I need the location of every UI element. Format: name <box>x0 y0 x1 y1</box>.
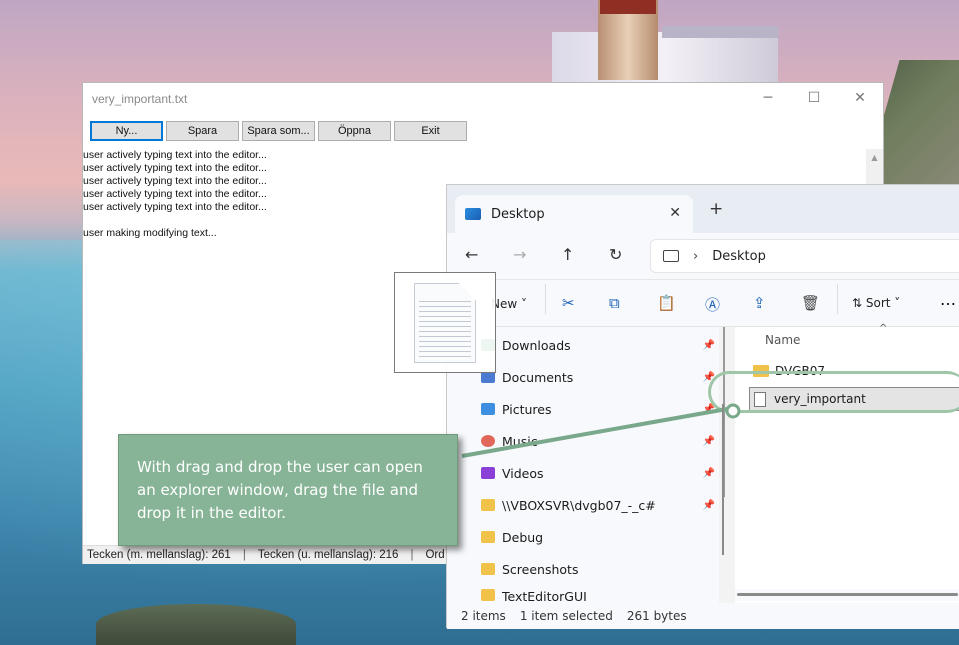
maximize-icon[interactable]: ☐ <box>791 83 837 113</box>
cut-icon[interactable]: ✂ <box>562 294 575 312</box>
divider <box>545 284 546 314</box>
share-icon[interactable]: ⇪ <box>753 294 766 312</box>
pin-icon[interactable]: 📌 <box>703 340 715 351</box>
close-tab-icon[interactable]: ✕ <box>669 205 681 221</box>
drag-preview <box>394 272 496 373</box>
new-tab-icon[interactable]: + <box>709 199 723 219</box>
new-button[interactable]: Ny... <box>90 121 163 141</box>
close-icon[interactable]: ✕ <box>837 83 883 113</box>
status-separator: | <box>242 549 246 561</box>
folder-icon <box>481 499 495 511</box>
sort-caret-icon: ^ <box>879 323 888 334</box>
column-header-name[interactable]: Name <box>765 327 800 353</box>
annotation-callout: With drag and drop the user can open an … <box>118 434 458 546</box>
status-separator: | <box>410 549 414 561</box>
exit-button[interactable]: Exit <box>394 121 467 141</box>
refresh-icon[interactable]: ↻ <box>609 245 622 264</box>
lighthouse-building <box>552 26 778 82</box>
scroll-thumb[interactable] <box>737 593 958 596</box>
pin-icon[interactable]: 📌 <box>703 436 715 447</box>
pin-icon[interactable]: 📌 <box>703 468 715 479</box>
desktop-icon <box>465 208 481 220</box>
sidebar-item-documents[interactable]: Documents 📌 <box>481 365 717 389</box>
word-count: Ord <box>425 549 445 561</box>
sidebar-item-label: TextEditorGUI <box>502 589 587 603</box>
char-count-without-spaces: Tecken (u. mellanslag): 216 <box>257 549 399 561</box>
sidebar-item-videos[interactable]: Videos 📌 <box>481 461 717 485</box>
music-icon <box>481 435 495 447</box>
sidebar-item-screenshots[interactable]: Screenshots <box>481 557 717 581</box>
up-arrow-icon[interactable]: ↑ <box>561 245 574 264</box>
sidebar-item-downloads[interactable]: Downloads 📌 <box>481 333 717 357</box>
sidebar-item-music[interactable]: Music 📌 <box>481 429 717 453</box>
horizontal-scrollbar[interactable] <box>735 589 959 601</box>
back-arrow-icon[interactable]: ← <box>465 245 478 264</box>
tab-bar: Desktop ✕ + <box>447 185 959 233</box>
folder-icon <box>481 531 495 543</box>
sidebar-item-label: Screenshots <box>502 561 579 577</box>
minimize-icon[interactable]: ─ <box>745 83 791 113</box>
address-text: Desktop <box>712 248 766 264</box>
sidebar-item-label: Music <box>502 433 538 449</box>
chevron-right-icon: › <box>693 248 699 264</box>
save-as-button[interactable]: Spara som... <box>242 121 315 141</box>
paste-icon[interactable]: 📋 <box>657 294 676 312</box>
sort-label: Sort <box>865 296 891 310</box>
sidebar-item-label: Videos <box>502 465 544 481</box>
sidebar-item-vboxsvr[interactable]: \\VBOXSVR\dvgb07_-_c# 📌 <box>481 493 717 517</box>
forward-arrow-icon[interactable]: → <box>513 245 526 264</box>
selection-count: 1 item selected <box>519 609 613 623</box>
navigation-bar: ← → ↑ ↻ › Desktop <box>447 233 959 279</box>
item-count: 2 items <box>461 609 506 623</box>
sidebar-item-label: Downloads <box>502 337 571 353</box>
scroll-up-icon[interactable]: ▲ <box>866 149 883 166</box>
copy-icon[interactable]: ⧉ <box>609 294 620 312</box>
rock <box>96 604 296 645</box>
sidebar-item-pictures[interactable]: Pictures 📌 <box>481 397 717 421</box>
rename-icon[interactable]: Ⓐ <box>705 294 720 315</box>
address-bar[interactable]: › Desktop <box>650 239 959 273</box>
explorer-statusbar: 2 items 1 item selected 261 bytes <box>447 603 959 629</box>
sidebar-item-label: Documents <box>502 369 574 385</box>
char-count-with-spaces: Tecken (m. mellanslag): 261 <box>87 549 231 561</box>
open-button[interactable]: Öppna <box>318 121 391 141</box>
more-options-icon[interactable]: … <box>940 290 956 309</box>
text-line: user actively typing text into the edito… <box>83 162 267 174</box>
delete-icon[interactable]: 🗑 <box>801 294 820 312</box>
videos-icon <box>481 467 495 479</box>
computer-icon <box>663 250 679 262</box>
editor-toolbar: Ny... Spara Spara som... Öppna Exit <box>90 121 467 141</box>
command-bar: New ˅ ✂ ⧉ 📋 Ⓐ ⇪ 🗑 ⇅ Sort ˅ … <box>447 279 959 327</box>
sidebar-item-debug[interactable]: Debug <box>481 525 717 549</box>
folder-icon <box>481 589 495 601</box>
sidebar-item-label: \\VBOXSVR\dvgb07_-_c# <box>502 497 656 513</box>
tab-desktop[interactable]: Desktop ✕ <box>455 195 693 233</box>
pictures-icon <box>481 403 495 415</box>
window-controls: ─ ☐ ✕ <box>745 83 883 113</box>
new-button[interactable]: New ˅ <box>491 297 527 311</box>
sidebar-item-texteditorgui[interactable]: TextEditorGUI <box>481 589 717 603</box>
sidebar-item-label: Debug <box>502 529 544 545</box>
sort-button[interactable]: ⇅ Sort ˅ <box>852 296 900 310</box>
selection-size: 261 bytes <box>626 609 687 623</box>
text-line: user actively typing text into the edito… <box>83 149 267 161</box>
document-lines <box>419 301 471 357</box>
annotation-highlight <box>708 371 959 413</box>
folder-icon <box>481 563 495 575</box>
save-button[interactable]: Spara <box>166 121 239 141</box>
pin-icon[interactable]: 📌 <box>703 500 715 511</box>
tab-label: Desktop <box>491 206 545 222</box>
file-list: ^ Name DVGB07 very_important <box>735 323 959 603</box>
sidebar-item-label: Pictures <box>502 401 552 417</box>
lighthouse-lamp <box>600 0 656 14</box>
divider <box>837 284 838 314</box>
